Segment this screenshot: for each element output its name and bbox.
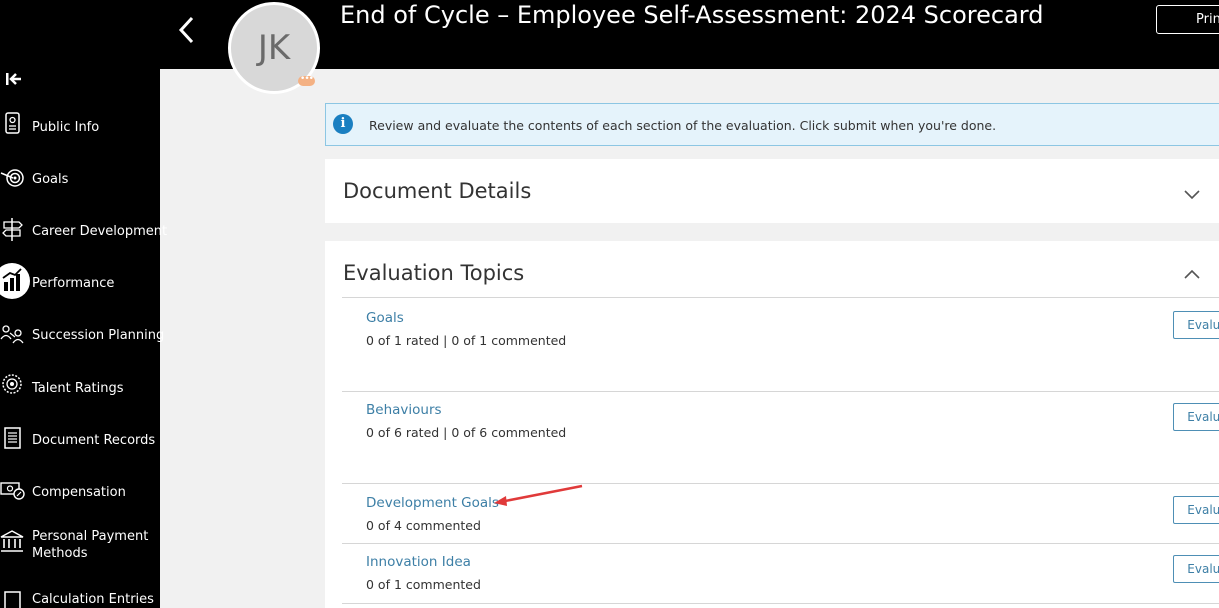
document-details-title[interactable]: Document Details [343,179,531,203]
sidebar-item-label: Personal Payment Methods [32,529,149,561]
top-header: End of Cycle – Employee Self-Assessment:… [0,0,1219,69]
collapse-sidebar-icon[interactable] [5,71,23,87]
info-banner-text: Review and evaluate the contents of each… [369,118,997,133]
info-icon: i [333,114,353,134]
bar-chart-icon [0,263,30,299]
topic-status: 0 of 1 commented [366,577,481,592]
avatar-more-badge[interactable]: ••• [298,75,315,86]
sidebar-item-label: Public Info [32,120,100,135]
divider [342,297,1219,298]
money-icon [0,477,26,503]
sidebar-item-label: Career Development [32,224,168,239]
topic-status: 0 of 6 rated | 0 of 6 commented [366,425,567,440]
page-title: End of Cycle – Employee Self-Assessment:… [340,1,1044,29]
sidebar-item-label: Talent Ratings [32,381,124,396]
people-arrows-icon [0,320,26,346]
topic-link-behaviours[interactable]: Behaviours [366,402,442,418]
print-button[interactable]: Print [1156,5,1219,34]
topic-status: 0 of 1 rated | 0 of 1 commented [366,333,567,348]
sidebar-item-label: Goals [32,172,69,187]
sidebar-item-calculation-entries[interactable]: Calculation Entries [0,587,160,608]
sidebar-item-compensation[interactable]: Compensation [0,474,160,514]
sidebar-item-label: Calculation Entries [32,592,154,607]
divider [342,543,1219,544]
sidebar-item-personal-payment-methods[interactable]: Personal Payment Methods [0,526,160,570]
signpost-icon [0,216,26,242]
calculator-icon [0,589,26,608]
sidebar-item-label: Document Records [32,433,156,448]
back-arrow-icon[interactable] [172,10,202,50]
topic-link-innovation-idea[interactable]: Innovation Idea [366,554,471,570]
sidebar-item-goals[interactable]: Goals [0,161,160,201]
evaluate-button-innovation-idea[interactable]: Evaluate [1173,555,1219,583]
sidebar-item-public-info[interactable]: Public Info [0,109,160,149]
target-icon [0,165,26,191]
sidebar-item-label: Succession Planning [32,328,165,343]
divider [342,603,1219,604]
evaluate-button-goals[interactable]: Evaluate [1173,311,1219,339]
sidebar-item-performance[interactable]: Performance [0,263,160,305]
document-details-panel: Document Details [325,159,1219,223]
evaluation-topics-panel: Evaluation Topics Goals 0 of 1 rated | 0… [325,241,1219,608]
chevron-up-icon[interactable] [1183,265,1201,279]
info-banner: i Review and evaluate the contents of ea… [325,103,1219,146]
divider [342,391,1219,392]
evaluation-topics-title[interactable]: Evaluation Topics [343,261,524,285]
topic-link-goals[interactable]: Goals [366,310,404,326]
id-badge-icon [0,110,26,136]
sidebar-item-talent-ratings[interactable]: Talent Ratings [0,370,160,410]
sidebar-item-succession-planning[interactable]: Succession Planning [0,317,164,357]
sidebar-item-label: Compensation [32,485,126,500]
evaluate-button-development-goals[interactable]: Evaluate [1173,496,1219,524]
divider [342,483,1219,484]
sidebar: Public Info Goals Career Development Per… [0,69,167,608]
topic-row-goals: Goals 0 of 1 rated | 0 of 1 commented Ev… [366,310,1219,370]
topic-status: 0 of 4 commented [366,518,481,533]
evaluate-button-behaviours[interactable]: Evaluate [1173,403,1219,431]
document-icon [0,425,26,451]
annotation-arrow-icon [490,480,590,510]
bank-icon [0,529,26,555]
sidebar-item-document-records[interactable]: Document Records [0,422,160,462]
chevron-down-icon[interactable] [1183,185,1201,200]
sidebar-item-career-development[interactable]: Career Development [0,213,167,253]
rating-badge-icon [0,372,26,398]
topic-row-innovation-idea: Innovation Idea 0 of 1 commented Evaluat… [366,554,1219,594]
topic-link-development-goals[interactable]: Development Goals [366,495,499,511]
topic-row-behaviours: Behaviours 0 of 6 rated | 0 of 6 comment… [366,402,1219,462]
sidebar-item-label: Performance [32,276,115,291]
